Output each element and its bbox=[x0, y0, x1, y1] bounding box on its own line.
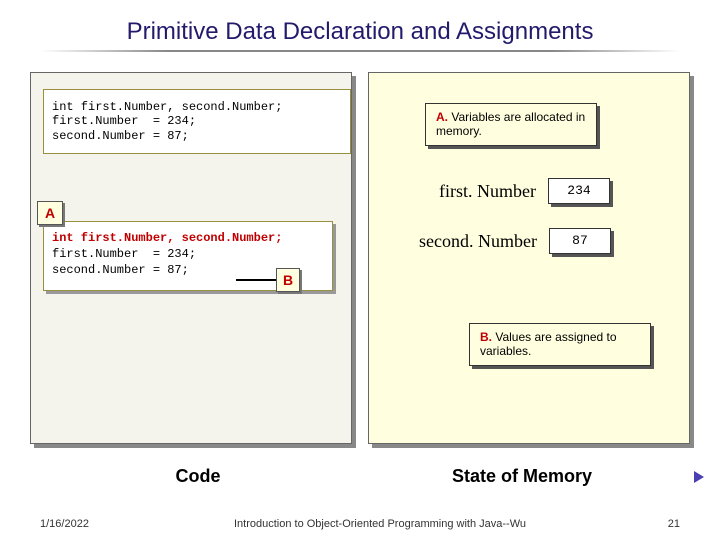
annotation-a-prefix: A. bbox=[436, 110, 448, 124]
badge-a: A bbox=[37, 201, 63, 225]
bullet-icon bbox=[694, 471, 704, 483]
var-first-name: first. Number bbox=[439, 181, 536, 202]
annotation-b: B. Values are assigned to variables. bbox=[469, 323, 651, 366]
code-a-line1: int first.Number, second.Number; bbox=[52, 230, 324, 246]
annotation-b-text: Values are assigned to variables. bbox=[480, 330, 617, 358]
code-pane: int first.Number, second.Number; first.N… bbox=[30, 72, 352, 444]
annotation-a-text: Variables are allocated in memory. bbox=[436, 110, 585, 138]
var-first-value: 234 bbox=[548, 178, 610, 204]
title-divider bbox=[40, 50, 680, 52]
label-state-text: State of Memory bbox=[452, 466, 592, 486]
slide-title: Primitive Data Declaration and Assignmen… bbox=[0, 0, 720, 50]
memory-pane: A. Variables are allocated in memory. fi… bbox=[368, 72, 690, 444]
label-code: Code bbox=[38, 466, 358, 487]
code-block-top: int first.Number, second.Number; first.N… bbox=[43, 89, 351, 154]
bottom-labels: Code State of Memory bbox=[0, 466, 720, 487]
var-second-name: second. Number bbox=[419, 231, 537, 252]
label-state: State of Memory bbox=[362, 466, 682, 487]
annotation-b-prefix: B. bbox=[480, 330, 492, 344]
footer-page: 21 bbox=[620, 518, 680, 530]
code-a-line3: second.Number = 87; bbox=[52, 263, 189, 277]
content-area: int first.Number, second.Number; first.N… bbox=[30, 72, 690, 462]
footer: 1/16/2022 Introduction to Object-Oriente… bbox=[0, 518, 720, 530]
var-second-value: 87 bbox=[549, 228, 611, 254]
badge-b: B bbox=[276, 268, 300, 292]
footer-course: Introduction to Object-Oriented Programm… bbox=[140, 518, 620, 530]
var-second-row: second. Number 87 bbox=[419, 228, 611, 254]
footer-date: 1/16/2022 bbox=[40, 518, 140, 530]
arrow-to-b bbox=[236, 279, 276, 281]
annotation-a: A. Variables are allocated in memory. bbox=[425, 103, 597, 146]
code-a-line2: first.Number = 234; bbox=[52, 247, 196, 261]
var-first-row: first. Number 234 bbox=[439, 178, 610, 204]
